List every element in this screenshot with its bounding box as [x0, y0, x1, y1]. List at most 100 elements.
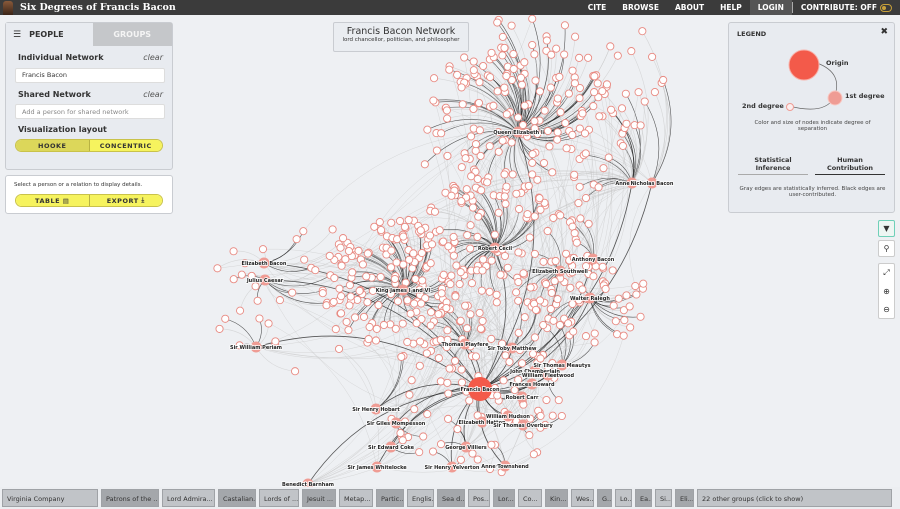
second-degree-node: [564, 89, 573, 98]
second-degree-node: [359, 312, 369, 321]
menu-icon[interactable]: ☰: [13, 30, 21, 40]
second-degree-node: [520, 58, 529, 67]
second-degree-node: [526, 283, 535, 292]
second-degree-node: [415, 361, 424, 370]
second-degree-node: [528, 15, 537, 23]
individual-network-input[interactable]: [15, 67, 165, 83]
person-label: King James I and VI: [376, 288, 431, 294]
second-degree-node: [229, 275, 238, 284]
second-degree-node: [564, 319, 573, 328]
group-chip[interactable]: Castalian...: [218, 489, 256, 507]
groups-bar: Virginia Company Patrons of the ... Lord A…: [0, 487, 900, 509]
second-degree-node: [525, 233, 534, 242]
search-button[interactable]: ⚲: [878, 240, 895, 257]
second-degree-node: [530, 249, 539, 258]
person-label: William Fleetwood: [522, 373, 574, 379]
second-degree-node: [229, 247, 238, 256]
second-degree-node: [594, 183, 603, 192]
site-title[interactable]: Six Degrees of Francis Bacon: [20, 2, 176, 13]
group-chip[interactable]: Partic...: [376, 489, 404, 507]
second-degree-node: [405, 390, 414, 399]
export-button[interactable]: EXPORT ⤓: [89, 195, 162, 206]
nav-browse[interactable]: BROWSE: [614, 0, 667, 15]
group-chip[interactable]: Virginia Company: [2, 489, 98, 507]
second-degree-node: [442, 304, 451, 313]
layout-hooke-button[interactable]: HOOKE: [16, 140, 90, 151]
second-degree-node: [601, 284, 610, 293]
individual-clear-link[interactable]: clear: [143, 53, 163, 62]
contribute-toggle[interactable]: CONTRIBUTE: OFF: [793, 0, 900, 15]
second-degree-node: [341, 255, 350, 264]
second-degree-node: [602, 80, 612, 89]
toggle-icon[interactable]: [880, 4, 892, 12]
person-label: Thomas Playfere: [442, 342, 490, 348]
group-chip[interactable]: 22 other groups (click to show): [697, 489, 892, 507]
second-degree-node: [415, 448, 424, 457]
second-degree-node: [350, 313, 360, 322]
tab-groups[interactable]: GROUPS: [92, 23, 172, 46]
group-chip[interactable]: G...: [597, 489, 612, 507]
nav-about[interactable]: ABOUT: [667, 0, 712, 15]
second-degree-node: [457, 83, 466, 92]
group-chip[interactable]: Kin...: [545, 489, 568, 507]
second-degree-node: [456, 268, 465, 277]
zoom-out-icon[interactable]: ⊖: [883, 305, 890, 314]
person-label: Sir William Periam: [230, 345, 282, 351]
shared-clear-link[interactable]: clear: [143, 90, 163, 99]
group-chip[interactable]: Jesuit ...: [302, 489, 336, 507]
second-degree-node: [498, 51, 507, 60]
group-chip[interactable]: Ea...: [635, 489, 652, 507]
person-label: Sir Thomas Overbury: [493, 423, 553, 429]
group-chip[interactable]: Si...: [655, 489, 672, 507]
second-degree-node: [423, 410, 432, 419]
second-degree-node: [524, 181, 533, 190]
second-degree-node: [409, 249, 418, 258]
legend-tab-statistical[interactable]: Statistical Inference: [738, 156, 808, 175]
second-degree-node: [299, 227, 308, 236]
nav-login[interactable]: LOGIN: [749, 0, 792, 15]
shared-network-input[interactable]: [15, 104, 165, 119]
zoom-in-icon[interactable]: ⊕: [883, 287, 890, 296]
second-degree-node: [590, 88, 599, 97]
second-degree-node: [500, 83, 509, 92]
group-chip[interactable]: Patrons of the ...: [101, 489, 159, 507]
second-degree-node: [589, 272, 598, 281]
legend-edge-note: Gray edges are statistically inferred. B…: [739, 186, 886, 198]
second-degree-node: [553, 128, 562, 137]
tab-people[interactable]: ☰ PEOPLE: [6, 23, 93, 46]
second-degree-node: [455, 279, 464, 289]
table-button[interactable]: TABLE ▤: [16, 195, 90, 206]
group-chip[interactable]: Wes...: [571, 489, 594, 507]
fit-icon[interactable]: ⤢: [883, 268, 889, 278]
group-chip[interactable]: Lor...: [493, 489, 515, 507]
group-chip[interactable]: Lo...: [615, 489, 632, 507]
bacon-portrait-logo[interactable]: [3, 0, 13, 15]
group-chip[interactable]: Lord Admira...: [162, 489, 215, 507]
person-label: George Villiers: [445, 445, 487, 451]
group-chip[interactable]: Englis...: [407, 489, 434, 507]
second-degree-node: [452, 261, 461, 270]
group-chip[interactable]: Metap...: [339, 489, 373, 507]
second-degree-node: [505, 357, 514, 366]
group-chip[interactable]: Eli...: [675, 489, 694, 507]
second-degree-node: [543, 126, 552, 136]
nav-cite[interactable]: CITE: [580, 0, 615, 15]
nav-help[interactable]: HELP: [712, 0, 750, 15]
second-degree-node: [387, 218, 396, 227]
second-degree-node: [335, 284, 344, 293]
second-degree-node: [536, 205, 545, 214]
filter-button[interactable]: ▼: [878, 220, 895, 237]
group-chip[interactable]: Co...: [518, 489, 542, 507]
layout-concentric-button[interactable]: CONCENTRIC: [89, 140, 162, 151]
second-degree-node: [512, 288, 521, 297]
second-degree-node: [336, 243, 345, 252]
group-chip[interactable]: Pos...: [468, 489, 490, 507]
group-chip[interactable]: Lords of ...: [259, 489, 299, 507]
second-degree-node: [548, 411, 557, 420]
legend-tab-human[interactable]: Human Contribution: [815, 156, 885, 175]
second-degree-node: [566, 283, 575, 292]
second-degree-node: [560, 21, 569, 30]
second-degree-node: [390, 274, 399, 284]
legend-node-note: Color and size of nodes indicate degree …: [754, 120, 871, 132]
group-chip[interactable]: Sea d...: [437, 489, 465, 507]
